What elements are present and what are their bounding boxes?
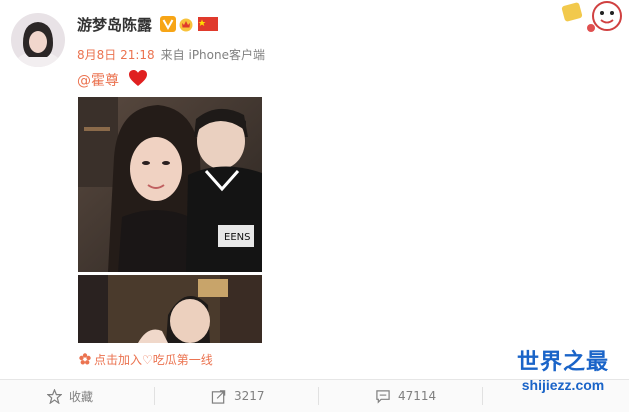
divider xyxy=(482,387,483,405)
avatar[interactable] xyxy=(11,13,65,67)
username[interactable]: 游梦岛陈露 xyxy=(77,14,152,35)
mention-link[interactable]: @霍尊 xyxy=(77,70,119,90)
watermark-domain: shijiezz.com xyxy=(521,377,605,393)
china-flag-icon xyxy=(198,17,218,31)
member-crown-icon xyxy=(179,18,193,32)
verified-icon xyxy=(160,16,176,32)
star-icon xyxy=(47,388,62,404)
comment-count: 47114 xyxy=(398,389,437,403)
site-watermark: 世界之最 shijiezz.com xyxy=(501,348,625,408)
card-decoration-icon xyxy=(561,1,622,32)
heart-icon xyxy=(129,70,147,86)
divider xyxy=(318,387,319,405)
repost-count: 3217 xyxy=(234,389,265,403)
post-image[interactable] xyxy=(78,275,262,343)
comment-icon xyxy=(376,389,390,404)
comment-button[interactable]: 47114 xyxy=(375,380,436,412)
flower-icon xyxy=(79,353,91,365)
repost-icon xyxy=(211,389,226,404)
post-footer-source-text: 点击加入♡吃瓜第一线 xyxy=(94,353,213,367)
svg-text:EENS: EENS xyxy=(224,232,250,243)
favorite-label: 收藏 xyxy=(69,389,94,404)
watermark-title: 世界之最 xyxy=(516,349,609,374)
favorite-button[interactable]: 收藏 xyxy=(47,380,93,412)
repost-button[interactable]: 3217 xyxy=(211,380,265,412)
post-source: 来自 iPhone客户端 xyxy=(160,48,265,62)
divider xyxy=(154,387,155,405)
post-footer-source[interactable]: 点击加入♡吃瓜第一线 xyxy=(79,351,213,368)
post-time[interactable]: 8月8日 21:18 xyxy=(77,48,155,62)
post-image[interactable]: EENS xyxy=(78,97,262,272)
post-meta: 8月8日 21:18 来自 iPhone客户端 xyxy=(77,46,265,63)
